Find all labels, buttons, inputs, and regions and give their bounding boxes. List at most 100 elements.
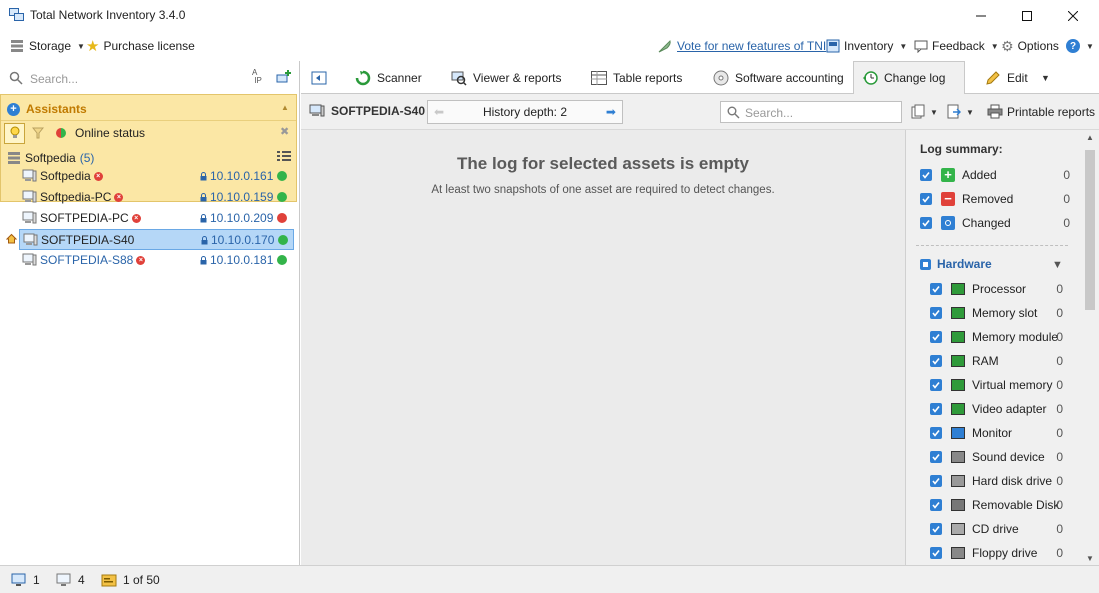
checkbox-icon[interactable] (920, 193, 932, 205)
asset-name: Softpedia (40, 169, 91, 183)
tree-asset-row[interactable]: SOFTPEDIA-S40 10.10.0.170 (19, 229, 294, 250)
scroll-thumb[interactable] (1085, 150, 1095, 310)
checkbox-icon[interactable] (920, 169, 932, 181)
filter-button[interactable] (27, 123, 48, 144)
checkbox-icon[interactable] (930, 379, 942, 391)
sound-device-icon (950, 449, 966, 465)
asset-name: Softpedia-PC (40, 190, 112, 204)
removable-disk-icon (950, 497, 966, 513)
history-back-arrow-icon[interactable]: ⬅ (434, 105, 444, 119)
history-depth-control[interactable]: ⬅ History depth: 2 ➡ (427, 100, 623, 124)
help-menu[interactable]: ? ▼ (1066, 37, 1094, 55)
selected-asset-name: SOFTPEDIA-S40 (331, 104, 426, 118)
checkbox-icon[interactable] (930, 523, 942, 535)
collapse-icon[interactable]: ▲ (281, 103, 289, 112)
log-search-input[interactable]: Search... (720, 101, 902, 123)
assistants-header[interactable]: + Assistants (7, 100, 87, 118)
export-button[interactable]: ▼ (947, 104, 974, 120)
history-forward-arrow-icon[interactable]: ➡ (606, 105, 616, 119)
summary-added[interactable]: + Added 0 (920, 166, 1070, 184)
hardware-item[interactable]: Virtual memory 0 (930, 376, 1063, 394)
hardware-item[interactable]: Removable Disk 0 (930, 496, 1063, 514)
hardware-item[interactable]: Video adapter 0 (930, 400, 1063, 418)
window-title: Total Network Inventory 3.4.0 (30, 8, 186, 22)
hardware-item[interactable]: Memory module 0 (930, 328, 1063, 346)
hardware-item[interactable]: RAM 0 (930, 352, 1063, 370)
network-monitor-icon (56, 573, 71, 586)
hardware-item[interactable]: Monitor 0 (930, 424, 1063, 442)
tab-scanner[interactable]: Scanner (347, 61, 430, 94)
hardware-item[interactable]: Floppy drive 0 (930, 544, 1063, 562)
storage-menu[interactable]: Storage ▼ (9, 37, 85, 55)
license-icon (101, 574, 117, 586)
added-count: 0 (1063, 168, 1070, 182)
tree-asset-row[interactable]: SOFTPEDIA-S88 × 10.10.0.181 (19, 250, 294, 271)
close-assistant-icon[interactable]: ✖ (280, 125, 289, 138)
copy-button[interactable]: ▼ (911, 104, 938, 120)
lightbulb-icon (10, 126, 19, 138)
status-page-label: 1 of 50 (123, 573, 160, 587)
checkbox-icon[interactable] (930, 499, 942, 511)
tab-table-reports[interactable]: Table reports (583, 61, 690, 94)
tree-group[interactable]: Softpedia (5) (6, 148, 94, 168)
summary-changed[interactable]: Changed 0 (920, 214, 1070, 232)
hardware-item[interactable]: CD drive 0 (930, 520, 1063, 538)
tab-edit[interactable]: Edit (977, 61, 1036, 94)
hardware-item[interactable]: Processor 0 (930, 280, 1063, 298)
back-tab-button[interactable] (303, 61, 335, 94)
purchase-license-button[interactable]: ★ Purchase license (86, 37, 195, 55)
hardware-item[interactable]: Memory slot 0 (930, 304, 1063, 322)
pencil-icon (986, 70, 1000, 85)
inventory-menu[interactable]: Inventory ▼ (826, 37, 907, 55)
lock-icon (200, 192, 207, 202)
tree-asset-row[interactable]: SOFTPEDIA-PC × 10.10.0.209 (19, 208, 294, 229)
asset-ip: 10.10.0.170 (211, 233, 275, 247)
more-tabs-chevron-icon[interactable]: ▼ (1041, 73, 1050, 83)
hardware-item[interactable]: Sound device 0 (930, 448, 1063, 466)
feedback-menu[interactable]: Feedback ▼ (914, 37, 999, 55)
asset-search[interactable]: Search... A IP (0, 61, 300, 93)
close-button[interactable] (1050, 0, 1096, 31)
checkbox-icon[interactable] (930, 403, 942, 415)
checkbox-icon[interactable] (930, 355, 942, 367)
sort-az-ip-icon[interactable]: A IP (252, 69, 262, 85)
checkbox-icon[interactable] (920, 217, 932, 229)
storage-icon (9, 38, 25, 54)
memory-slot-icon (950, 305, 966, 321)
hardware-item-label: Processor (972, 282, 1027, 296)
changed-label: Changed (962, 216, 1011, 230)
refresh-panel-icon (311, 71, 327, 84)
checkbox-icon[interactable] (930, 451, 942, 463)
options-menu[interactable]: ⚙ Options (1001, 37, 1059, 55)
tab-software-accounting[interactable]: Software accounting (705, 61, 852, 94)
computer-icon (309, 104, 325, 117)
hardware-item-count: 0 (1056, 282, 1063, 296)
minimize-button[interactable] (958, 0, 1004, 31)
tree-view-options-icon[interactable] (277, 150, 291, 162)
add-asset-icon[interactable] (276, 69, 292, 85)
chevron-down-icon[interactable]: ▼ (1052, 259, 1063, 271)
checkbox-icon[interactable] (930, 307, 942, 319)
summary-removed[interactable]: − Removed 0 (920, 190, 1070, 208)
tab-change-log[interactable]: Change log (853, 61, 965, 95)
checkbox-icon[interactable] (930, 475, 942, 487)
printable-reports-label: Printable reports (1007, 104, 1096, 119)
hardware-item-count: 0 (1056, 330, 1063, 344)
checkbox-icon[interactable] (930, 427, 942, 439)
tree-asset-row[interactable]: Softpedia × 10.10.0.161 (19, 166, 294, 187)
hardware-item[interactable]: Hard disk drive 0 (930, 472, 1063, 490)
checkbox-icon[interactable] (930, 331, 942, 343)
vote-link[interactable]: Vote for new features of TNI (657, 37, 826, 55)
scroll-up-icon[interactable]: ▲ (1086, 133, 1094, 142)
checkbox-icon[interactable] (930, 283, 942, 295)
hardware-section-header[interactable]: Hardware (920, 257, 992, 271)
lightbulb-button[interactable] (4, 122, 25, 144)
tab-viewer[interactable]: Viewer & reports (443, 61, 569, 94)
scroll-down-icon[interactable]: ▼ (1086, 554, 1094, 563)
printable-reports-button[interactable]: Printable reports (987, 104, 1095, 119)
maximize-button[interactable] (1004, 0, 1050, 31)
checkbox-icon[interactable] (930, 547, 942, 559)
tab-software-label: Software accounting (735, 70, 844, 85)
tree-asset-row[interactable]: Softpedia-PC × 10.10.0.159 (19, 187, 294, 208)
summary-scrollbar[interactable]: ▲ ▼ (1082, 130, 1099, 565)
